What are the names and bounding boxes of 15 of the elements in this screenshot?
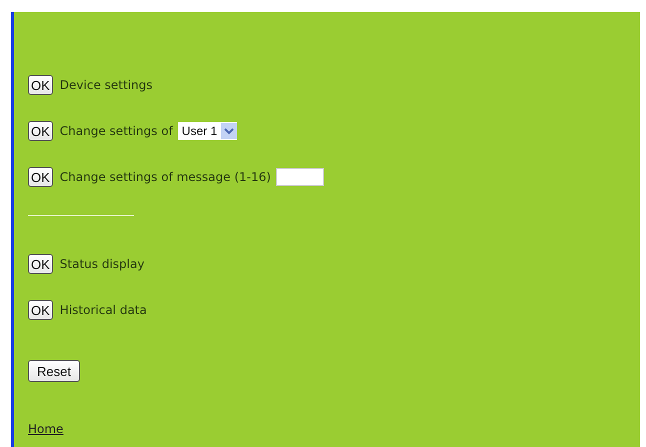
action-label: Device settings <box>60 78 153 92</box>
user-select[interactable]: User 1 <box>178 122 238 140</box>
action-label: Change settings of message (1-16) <box>60 170 271 184</box>
home-link[interactable]: Home <box>28 422 64 436</box>
caret-icon <box>221 123 238 139</box>
message-number-field[interactable] <box>276 168 324 186</box>
action-label: Status display <box>60 257 144 271</box>
ok-button[interactable]: OK <box>28 300 53 320</box>
ok-button[interactable]: OK <box>28 121 53 141</box>
action-label: Change settings of <box>60 124 173 138</box>
ok-button[interactable]: OK <box>28 75 53 95</box>
action-label: Historical data <box>60 303 147 317</box>
ok-button[interactable]: OK <box>28 254 53 274</box>
reset-button[interactable]: Reset <box>28 360 80 382</box>
ok-button[interactable]: OK <box>28 167 53 187</box>
